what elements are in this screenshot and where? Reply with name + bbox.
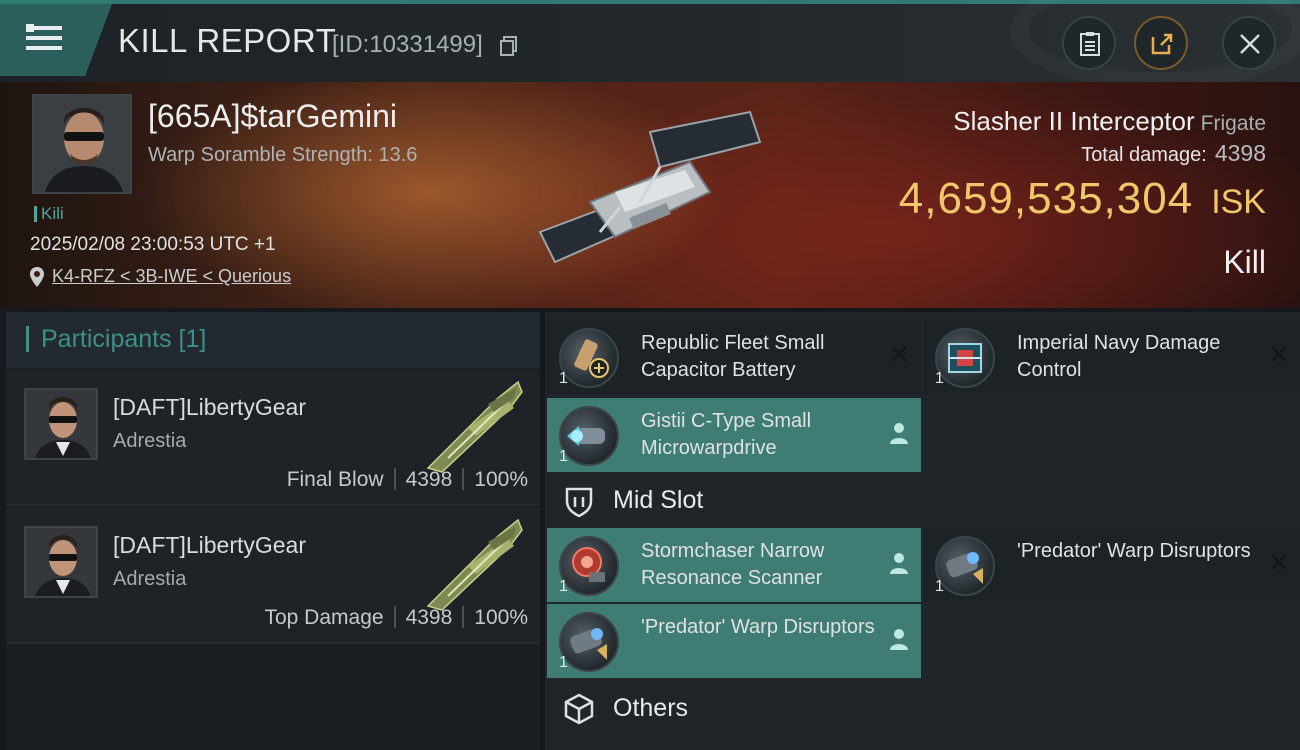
participant-name[interactable]: [DAFT]LibertyGear	[113, 394, 306, 421]
ship-name[interactable]: Slasher II Interceptor	[953, 106, 1194, 136]
participant-avatar[interactable]	[24, 526, 98, 598]
ship-class: Frigate	[1200, 112, 1266, 135]
warp-scramble-strength: Warp Soramble Strength: 13.6	[148, 144, 418, 166]
module-quantity: 1	[559, 578, 568, 595]
participants-panel: Participants [1] [DAFT]LibertyGear Adres…	[6, 312, 540, 750]
participant-role: Top Damage	[264, 606, 384, 629]
participant-damage: 4398	[405, 468, 453, 491]
warp-disruptor-icon	[935, 536, 995, 596]
fitting-panel: 1 Republic Fleet Small Capacitor Battery…	[545, 312, 1300, 750]
isk-unit: ISK	[1211, 183, 1266, 221]
damage-control-icon	[935, 328, 995, 388]
participant-row[interactable]: [DAFT]LibertyGear Adrestia Top Damage 439…	[6, 508, 540, 644]
close-icon	[1240, 34, 1260, 54]
participant-avatar[interactable]	[24, 388, 98, 460]
clipboard-button[interactable]	[1062, 16, 1116, 70]
module-name: Republic Fleet Small Capacitor Battery	[641, 332, 825, 381]
warp-disruptor-icon	[559, 612, 619, 672]
destroyed-icon	[1271, 554, 1287, 570]
report-id: [ID:10331499]	[332, 31, 483, 58]
participant-role: Final Blow	[286, 468, 384, 491]
module-name: Stormchaser Narrow Resonance Scanner	[641, 540, 825, 589]
close-button[interactable]	[1222, 16, 1276, 70]
stat-divider	[462, 468, 465, 490]
module-name: 'Predator' Warp Disruptors	[1017, 540, 1251, 562]
stat-divider	[393, 606, 396, 628]
portrait-image	[34, 96, 130, 192]
stat-divider	[462, 606, 465, 628]
clipboard-icon	[1080, 32, 1100, 56]
total-damage-value: 4398	[1214, 140, 1266, 166]
module-name: Imperial Navy Damage Control	[1017, 332, 1221, 381]
capacitor-battery-icon	[559, 328, 619, 388]
menu-icon	[26, 24, 62, 50]
victim-banner: [665A]$tarGemini Warp Soramble Strength:…	[0, 82, 1300, 308]
participant-ship-image	[426, 518, 523, 611]
victim-avatar[interactable]	[32, 94, 132, 194]
participants-header: Participants [1]	[6, 312, 540, 368]
share-icon	[1151, 33, 1173, 55]
ship-name-line: Slasher II Interceptor Frigate	[953, 106, 1266, 137]
mid-slot-section: Mid Slot	[545, 476, 1300, 526]
participant-percent: 100%	[474, 606, 528, 629]
stat-divider	[393, 468, 396, 490]
module-item[interactable]: 1 'Predator' Warp Disruptors	[923, 528, 1300, 602]
module-quantity: 1	[559, 370, 568, 387]
module-name: 'Predator' Warp Disruptors	[641, 616, 875, 638]
victim-ship-image	[538, 110, 762, 264]
microwarpdrive-icon	[559, 406, 619, 466]
portrait-image	[26, 390, 96, 458]
others-label: Others	[613, 694, 689, 722]
module-item[interactable]: 1 Republic Fleet Small Capacitor Battery	[547, 320, 921, 394]
others-section: Others	[545, 684, 1300, 734]
participant-name[interactable]: [DAFT]LibertyGear	[113, 532, 306, 559]
total-damage-label: Total damage:	[1081, 144, 1207, 166]
module-quantity: 1	[935, 370, 944, 387]
share-button[interactable]	[1134, 16, 1188, 70]
dropped-person-icon	[890, 423, 908, 444]
module-item[interactable]: 1 Gistii C-Type Small Microwarpdrive	[547, 398, 921, 472]
dropped-person-icon	[890, 629, 908, 650]
cube-icon	[564, 693, 594, 725]
isk-value-line: 4,659,535,304 ISK	[899, 174, 1266, 224]
victim-name[interactable]: [665A]$tarGemini	[148, 98, 397, 135]
location-breadcrumb[interactable]: K4-RFZ < 3B-IWE < Querious	[30, 266, 291, 287]
destroyed-icon	[1271, 346, 1287, 362]
top-bar: KILL REPORT [ID:10331499]	[0, 0, 1300, 82]
module-item[interactable]: 1 'Predator' Warp Disruptors	[547, 604, 921, 678]
location-text[interactable]: K4-RFZ < 3B-IWE < Querious	[52, 266, 291, 286]
isk-value: 4,659,535,304	[898, 174, 1194, 223]
menu-button[interactable]	[0, 4, 112, 76]
mid-slot-label: Mid Slot	[613, 486, 704, 514]
participant-corp: Adrestia	[113, 430, 187, 452]
participant-stats: Top Damage 4398 100%	[264, 606, 528, 630]
destroyed-icon	[891, 346, 907, 362]
module-quantity: 1	[935, 578, 944, 595]
participant-percent: 100%	[474, 468, 528, 491]
participant-ship-image	[426, 380, 523, 473]
shield-icon	[565, 487, 593, 517]
module-item[interactable]: 1 Stormchaser Narrow Resonance Scanner	[547, 528, 921, 602]
kill-timestamp: 2025/02/08 23:00:53 UTC +1	[30, 234, 276, 255]
participant-corp: Adrestia	[113, 568, 187, 590]
participant-damage: 4398	[405, 606, 453, 629]
page-title: KILL REPORT	[118, 22, 337, 59]
kill-tag: Kili	[34, 205, 64, 222]
module-quantity: 1	[559, 448, 568, 465]
module-item[interactable]: 1 Imperial Navy Damage Control	[923, 320, 1300, 394]
participant-row[interactable]: [DAFT]LibertyGear Adrestia Final Blow 439…	[6, 370, 540, 506]
module-name: Gistii C-Type Small Microwarpdrive	[641, 410, 812, 459]
portrait-image	[26, 528, 96, 596]
total-damage: Total damage: 4398	[1081, 140, 1266, 167]
resonance-scanner-icon	[559, 536, 619, 596]
copy-icon[interactable]	[500, 36, 518, 56]
module-quantity: 1	[559, 654, 568, 671]
location-pin-icon	[30, 267, 44, 287]
kill-result: Kill	[1223, 244, 1266, 280]
participant-stats: Final Blow 4398 100%	[287, 468, 528, 492]
participants-title: Participants [1]	[26, 326, 206, 352]
dropped-person-icon	[890, 553, 908, 574]
